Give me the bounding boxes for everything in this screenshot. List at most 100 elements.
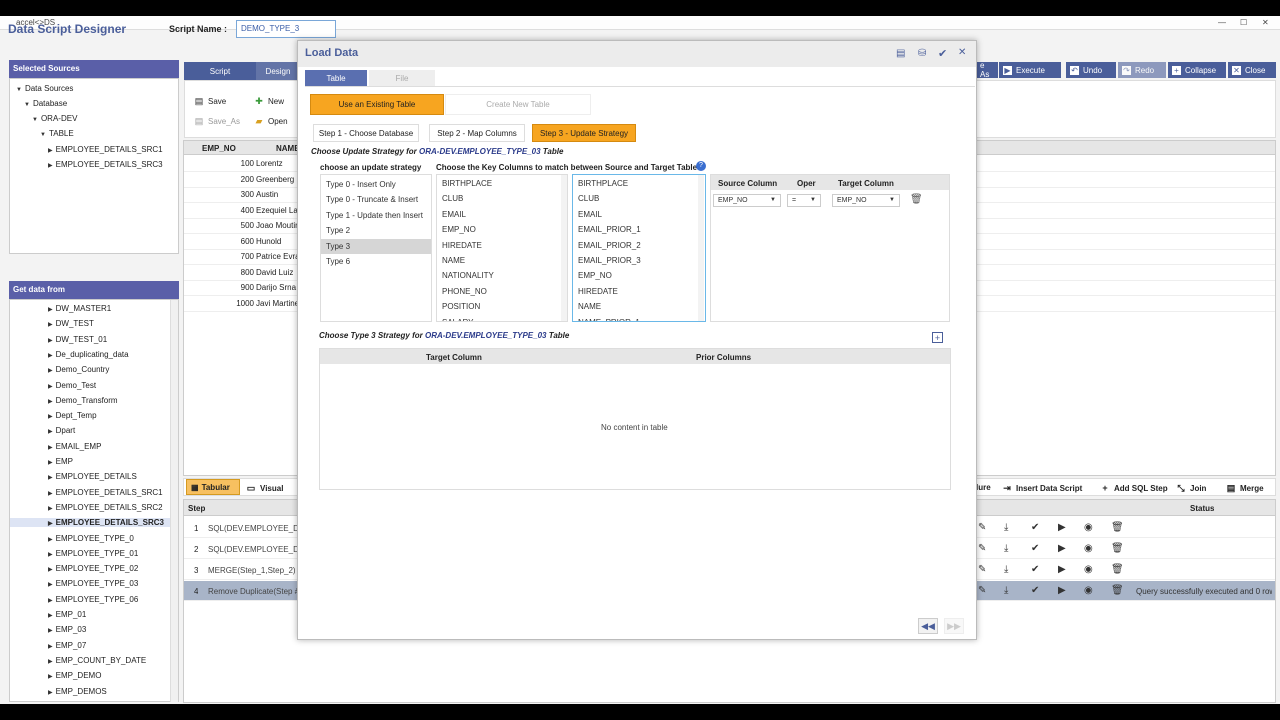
tree-item-table-entry[interactable]: ▶ EMP_DEMOS [48,687,107,696]
edit-icon[interactable]: ✎ [978,585,986,596]
source-column-item[interactable]: HIREDATE [442,241,482,250]
tree-item-table[interactable]: ▼ TABLE [40,129,74,138]
open-button[interactable]: ▰ Open [254,116,288,126]
target-column-select[interactable]: EMP_NO ▼ [832,194,900,207]
undo-button[interactable]: ↶ Undo [1066,62,1116,78]
clear-icon[interactable]: ▤ [896,48,905,59]
tree-item-table-entry[interactable]: ▶ EMPLOYEE_TYPE_02 [48,564,138,573]
collapsed-triangle-icon[interactable]: ▶ [48,444,53,451]
tab-file[interactable]: File [369,70,435,86]
use-existing-table-button[interactable]: Use an Existing Table [310,94,444,115]
collapsed-triangle-icon[interactable]: ▶ [48,505,53,512]
column-header-emp-no[interactable]: EMP_NO [202,144,236,153]
save-button[interactable]: ▤ Save [194,96,227,106]
download-icon[interactable]: ⤓ [1004,543,1008,554]
tab-table[interactable]: Table [305,70,367,86]
tree-item-table-entry[interactable]: ▶ EMP_COUNT_BY_DATE [48,656,146,665]
target-column-item[interactable]: HIREDATE [578,287,618,296]
collapsed-triangle-icon[interactable]: ▶ [48,536,53,543]
tree-item-table-entry[interactable]: ▶ DW_TEST_01 [48,335,107,344]
collapsed-triangle-icon[interactable]: ▶ [48,474,53,481]
collapsed-triangle-icon[interactable]: ▶ [48,627,53,634]
preview-eye-icon[interactable]: ◉ [1084,564,1093,575]
tree-item-table-entry[interactable]: ▶ EMPLOYEE_TYPE_0 [48,534,134,543]
collapsed-triangle-icon[interactable]: ▶ [48,147,53,154]
execute-button[interactable]: ▶ Execute [999,62,1061,78]
maximize-icon[interactable]: ☐ [1240,18,1247,27]
collapsed-triangle-icon[interactable]: ▶ [48,643,53,650]
target-column-item[interactable]: EMP_NO [578,271,612,280]
check-icon[interactable]: ✔ [1031,522,1039,533]
target-column-item[interactable]: CLUB [578,194,599,203]
run-icon[interactable]: ▶ [1058,585,1066,596]
collapsed-triangle-icon[interactable]: ▶ [48,367,53,374]
collapsed-triangle-icon[interactable]: ▶ [48,162,53,169]
tab-visual[interactable]: ▭ Visual [246,483,284,493]
tree-item-table-entry[interactable]: ▶ EMP [48,457,73,466]
tree-item-table-entry[interactable]: ▶ EMP_01 [48,610,86,619]
source-column-item[interactable]: EMP_NO [442,225,476,234]
expand-triangle-icon[interactable]: ▼ [32,117,38,123]
close-button[interactable]: ✕ Close [1228,62,1276,78]
tree-item-table-entry[interactable]: ▶ Demo_Country [48,365,109,374]
tree-item-table-entry[interactable]: ▶ EMPLOYEE_TYPE_01 [48,549,138,558]
source-column-item[interactable]: EMAIL [442,210,466,219]
collapsed-triangle-icon[interactable]: ▶ [48,383,53,390]
trash-icon[interactable]: 🗑 [1111,522,1124,533]
join-button[interactable]: ⤡ Join [1176,483,1206,493]
collapsed-triangle-icon[interactable]: ▶ [48,597,53,604]
create-new-table-button[interactable]: Create New Table [445,94,591,115]
procedure-button[interactable]: lure [976,483,991,492]
tree-item-table-entry[interactable]: ▶ DW_TEST [48,319,94,328]
target-list-scrollbar[interactable] [698,175,704,321]
check-icon[interactable]: ✔ [1031,585,1039,596]
redo-button[interactable]: ↷ Redo [1118,62,1166,78]
tree-item-table-entry[interactable]: ▶ Dpart [48,426,75,435]
check-icon[interactable]: ✔ [1031,543,1039,554]
tree-item-table-entry[interactable]: ▶ Demo_Transform [48,396,118,405]
collapsed-triangle-icon[interactable]: ▶ [48,673,53,680]
delete-mapping-trash-icon[interactable]: 🗑 [910,194,923,205]
target-column-item[interactable]: EMAIL_PRIOR_1 [578,225,641,234]
run-icon[interactable]: ▶ [1058,564,1066,575]
new-button[interactable]: ✚ New [254,96,284,106]
tree-item-table-entry[interactable]: ▶ EMPLOYEE_TYPE_03 [48,579,138,588]
source-column-item[interactable]: POSITION [442,302,480,311]
tree-item-table-entry[interactable]: ▶ EMAIL_EMP [48,442,101,451]
collapsed-triangle-icon[interactable]: ▶ [48,306,53,313]
tree-item-table-entry[interactable]: ▶ EMP_03 [48,625,86,634]
step-3-button[interactable]: Step 3 - Update Strategy [532,124,636,142]
confirm-check-icon[interactable]: ✔ [938,47,947,60]
preview-eye-icon[interactable]: ◉ [1084,522,1093,533]
tab-tabular[interactable]: ▦ Tabular [186,479,240,495]
save-as-button[interactable]: ▤ Save_As [194,116,240,126]
collapsed-triangle-icon[interactable]: ▶ [48,551,53,558]
trash-icon[interactable]: 🗑 [1111,564,1124,575]
target-column-item[interactable]: EMAIL_PRIOR_2 [578,241,641,250]
tree-item-table-entry[interactable]: ▶ EMPLOYEE_TYPE_06 [48,595,138,604]
source-column-item[interactable]: SALARY [442,318,473,321]
source-column-item[interactable]: NATIONALITY [442,271,494,280]
step-1-button[interactable]: Step 1 - Choose Database [313,124,419,142]
expand-triangle-icon[interactable]: ▼ [40,132,46,138]
minimize-icon[interactable]: — [1218,18,1226,27]
tree-item-table-entry[interactable]: ▶ Demo_Test [48,381,96,390]
download-icon[interactable]: ⤓ [1004,585,1008,596]
insert-data-script-button[interactable]: ⇥ Insert Data Script [1002,483,1082,493]
run-icon[interactable]: ▶ [1058,522,1066,533]
preview-eye-icon[interactable]: ◉ [1084,585,1093,596]
tree-item-table-entry[interactable]: ▶ EMPLOYEE_DETAILS_SRC3 [10,518,170,528]
previous-step-icon[interactable]: ◀◀ [918,618,938,634]
collapse-button[interactable]: + Collapse [1168,62,1226,78]
target-column-item[interactable]: NAME_PRIOR_1 [578,318,640,321]
tree-item-table-entry[interactable]: ▶ DW_MASTER1 [48,304,111,313]
tree-item-table-entry[interactable]: ▶ EMPLOYEE_DETAILS_SRC1 [48,488,163,497]
target-column-item[interactable]: EMAIL_PRIOR_3 [578,256,641,265]
source-list-scrollbar[interactable] [561,175,567,321]
collapsed-triangle-icon[interactable]: ▶ [48,658,53,665]
close-window-icon[interactable]: ✕ [1262,18,1269,27]
tree-item-table-entry[interactable]: ▶ EMPLOYEE_DETAILS [48,472,137,481]
tree-item-ora-dev[interactable]: ▼ ORA-DEV [32,114,77,123]
source-column-item[interactable]: NAME [442,256,465,265]
collapsed-triangle-icon[interactable]: ▶ [48,413,53,420]
